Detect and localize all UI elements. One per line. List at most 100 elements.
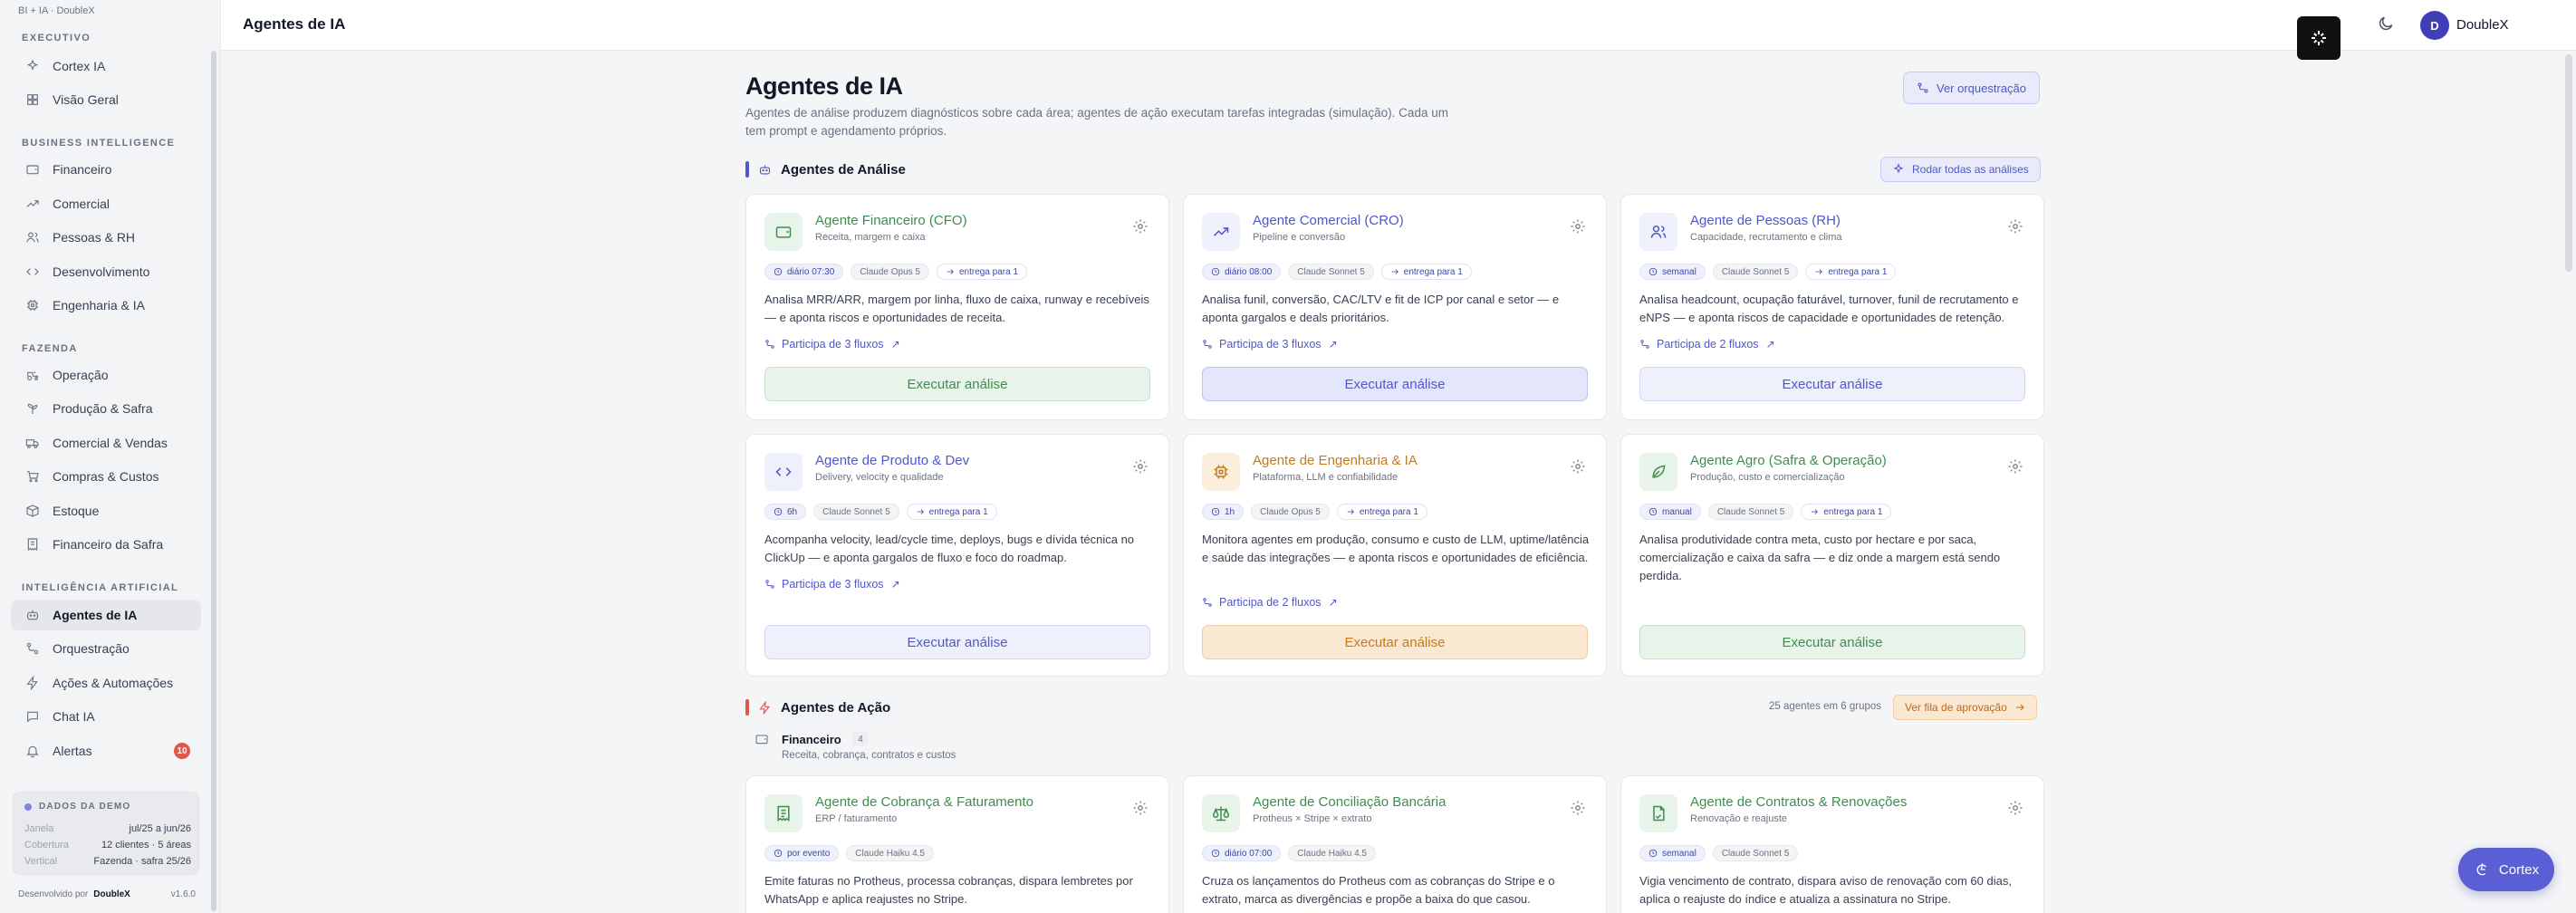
agent-name[interactable]: Agente de Engenharia & IA (1253, 453, 1418, 468)
run-analysis-button[interactable]: Executar análise (1639, 625, 2025, 659)
agent-card-cfo: Agente Financeiro (CFO) Receita, margem … (745, 194, 1169, 420)
cpu-icon (1214, 465, 1228, 479)
delivery-chip: entrega para 1 (936, 264, 1028, 280)
sidebar-item-alertas[interactable]: Alertas 10 (11, 735, 201, 766)
link-text: Participa de 2 fluxos (1657, 338, 1759, 351)
sidebar-item-cortex-ia[interactable]: Cortex IA (11, 51, 201, 82)
agent-settings-button[interactable] (1570, 458, 1586, 475)
status-dot-icon (24, 802, 32, 811)
sidebar-item-label: Financeiro (53, 162, 112, 177)
agent-chips: semanal Claude Sonnet 5 (1639, 845, 1799, 861)
run-analysis-button[interactable]: Executar análise (764, 625, 1150, 659)
sidebar-item-financeiro[interactable]: Financeiro (11, 154, 201, 185)
agent-settings-button[interactable] (2007, 218, 2023, 235)
agent-name[interactable]: Agente Financeiro (CFO) (815, 213, 967, 228)
agent-subtitle: Protheus × Stripe × extrato (1253, 813, 1372, 824)
wallet-icon (755, 732, 769, 746)
run-analysis-button[interactable]: Executar análise (1202, 367, 1588, 401)
sidebar-item-operacao[interactable]: Operação (11, 360, 201, 390)
cpu-icon (27, 300, 38, 311)
chip-text: entrega para 1 (1823, 506, 1883, 517)
action-agent-card-cobranca: Agente de Cobrança & Faturamento ERP / f… (745, 775, 1169, 913)
user-name[interactable]: DoubleX (2456, 17, 2509, 33)
sidebar-section-ia: INTELIGÊNCIA ARTIFICIAL (22, 582, 179, 593)
arrow-right-icon (1815, 269, 1823, 274)
agent-settings-button[interactable] (2007, 800, 2023, 816)
flows-link[interactable]: Participa de 3 fluxos ↗ (764, 338, 900, 351)
clock-icon (1211, 849, 1220, 858)
section-accent-bar (745, 699, 749, 716)
run-analysis-button[interactable]: Executar análise (1639, 367, 2025, 401)
run-analysis-button[interactable]: Executar análise (1202, 625, 1588, 659)
demo-row-key: Janela (24, 823, 54, 834)
bell-icon (26, 745, 39, 758)
run-all-analyses-button[interactable]: Rodar todas as análises (1880, 157, 2041, 182)
sidebar-item-chat-ia[interactable]: Chat IA (11, 701, 201, 732)
run-analysis-button[interactable]: Executar análise (764, 367, 1150, 401)
chip-text: 1h (1225, 506, 1235, 517)
model-chip: Claude Sonnet 5 (1288, 264, 1374, 280)
demo-row: Cobertura 12 clientes · 5 áreas (24, 840, 191, 851)
arrow-right-icon (2015, 704, 2024, 711)
sidebar-item-label: Engenharia & IA (53, 298, 145, 312)
sidebar-item-engenharia-ia[interactable]: Engenharia & IA (11, 290, 201, 321)
agent-settings-button[interactable] (1570, 800, 1586, 816)
agent-chips: por evento Claude Haiku 4.5 (764, 845, 934, 861)
footer-credit: Desenvolvido por DoubleX (18, 889, 130, 899)
flows-link[interactable]: Participa de 3 fluxos ↗ (764, 578, 900, 591)
demo-row-key: Vertical (24, 856, 58, 867)
sidebar-item-visao-geral[interactable]: Visão Geral (11, 84, 201, 115)
approval-queue-button[interactable]: Ver fila de aprovação (1893, 695, 2037, 720)
agent-name[interactable]: Agente de Conciliação Bancária (1253, 794, 1446, 810)
sidebar-item-estoque[interactable]: Estoque (11, 495, 201, 526)
wallet-icon (775, 226, 792, 238)
assistant-launch-button[interactable] (2297, 16, 2341, 60)
sidebar-scrollbar[interactable] (211, 51, 216, 911)
agent-name[interactable]: Agente de Cobrança & Faturamento (815, 794, 1033, 810)
group-name: Financeiro (782, 733, 841, 746)
external-arrow-icon: ↗ (890, 578, 900, 591)
agent-name[interactable]: Agente Agro (Safra & Operação) (1690, 453, 1887, 468)
view-orchestration-button[interactable]: Ver orquestração (1903, 72, 2041, 104)
theme-toggle-button[interactable] (2377, 14, 2398, 36)
flows-link[interactable]: Participa de 2 fluxos ↗ (1202, 596, 1338, 609)
cortex-chat-button[interactable]: Cortex (2458, 848, 2554, 891)
sidebar-item-comercial-vendas[interactable]: Comercial & Vendas (11, 428, 201, 458)
sparkles-icon (1893, 163, 1904, 174)
sidebar-item-compras-custos[interactable]: Compras & Custos (11, 461, 201, 492)
main-scrollbar[interactable] (2565, 54, 2572, 272)
sidebar-section-executivo: EXECUTIVO (22, 33, 91, 43)
avatar[interactable]: D (2420, 11, 2449, 40)
agent-subtitle: Plataforma, LLM e confiabilidade (1253, 472, 1399, 483)
agent-settings-button[interactable] (1132, 800, 1149, 816)
agent-icon-box (1639, 794, 1677, 832)
sidebar-item-desenvolvimento[interactable]: Desenvolvimento (11, 256, 201, 287)
agent-subtitle: Renovação e reajuste (1690, 813, 1788, 824)
sidebar-item-label: Produção & Safra (53, 401, 153, 416)
flows-link[interactable]: Participa de 3 fluxos ↗ (1202, 338, 1338, 351)
agent-settings-button[interactable] (1132, 458, 1149, 475)
agent-settings-button[interactable] (1570, 218, 1586, 235)
agent-name[interactable]: Agente de Contratos & Renovações (1690, 794, 1907, 810)
sidebar-item-comercial[interactable]: Comercial (11, 188, 201, 219)
sidebar-item-label: Comercial (53, 197, 111, 211)
sidebar-item-financeiro-safra[interactable]: Financeiro da Safra (11, 529, 201, 560)
agent-card-engenharia-ia: Agente de Engenharia & IA Plataforma, LL… (1183, 434, 1607, 677)
sidebar-item-pessoas-rh[interactable]: Pessoas & RH (11, 222, 201, 253)
agent-chips: semanal Claude Sonnet 5 entrega para 1 (1639, 264, 1897, 280)
sidebar-item-orquestracao[interactable]: Orquestração (11, 633, 201, 664)
clock-icon (1648, 267, 1658, 276)
agent-name[interactable]: Agente de Produto & Dev (815, 453, 969, 468)
sidebar-item-agentes-ia[interactable]: Agentes de IA (11, 600, 201, 630)
flows-link[interactable]: Participa de 2 fluxos ↗ (1639, 338, 1775, 351)
agent-name[interactable]: Agente Comercial (CRO) (1253, 213, 1404, 228)
clock-icon (774, 267, 783, 276)
agent-settings-button[interactable] (1132, 218, 1149, 235)
sidebar-item-acoes-automacoes[interactable]: Ações & Automações (11, 668, 201, 698)
agent-chips: diário 07:30 Claude Opus 5 entrega para … (764, 264, 1028, 280)
agent-name[interactable]: Agente de Pessoas (RH) (1690, 213, 1841, 228)
action-agent-card-conciliacao: Agente de Conciliação Bancária Protheus … (1183, 775, 1607, 913)
top-bar: Agentes de IA D DoubleX (221, 0, 2576, 51)
agent-settings-button[interactable] (2007, 458, 2023, 475)
sidebar-item-producao-safra[interactable]: Produção & Safra (11, 393, 201, 424)
